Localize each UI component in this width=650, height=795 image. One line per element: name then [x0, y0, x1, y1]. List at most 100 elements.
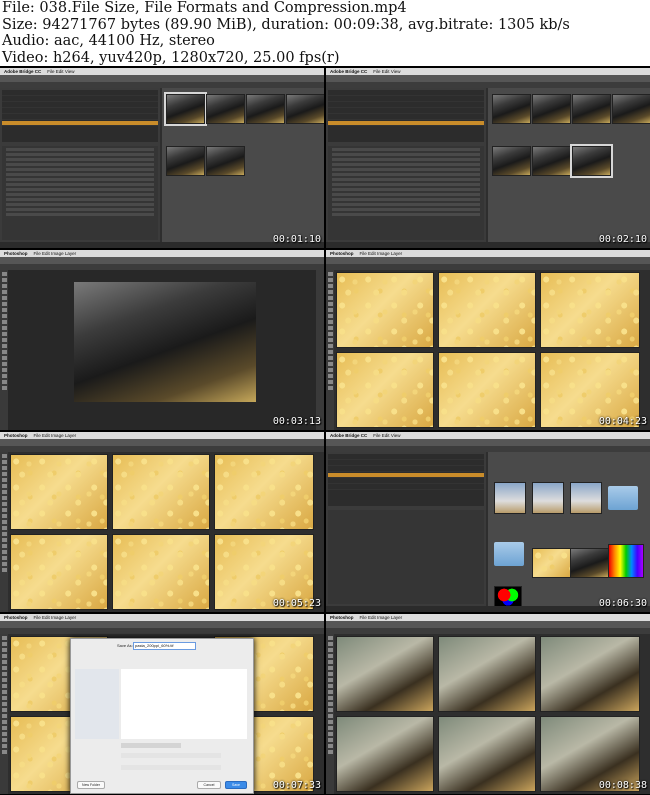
shop-document[interactable] [336, 716, 434, 792]
pasta-document[interactable] [336, 272, 434, 348]
image-thumbnail[interactable] [494, 586, 522, 608]
thumbnail-4[interactable]: Photoshop File Edit Image Layer 00:04:23 [326, 250, 650, 430]
image-thumbnail[interactable] [494, 482, 526, 514]
folder-tree [2, 90, 158, 142]
save-as-dialog[interactable]: Save As: pasta_200ppi_60%.tif New Folder… [70, 638, 254, 794]
document-tabs [0, 446, 324, 452]
bridge-left-panel [326, 88, 486, 242]
image-thumbnail[interactable] [612, 94, 650, 124]
content-panel [162, 88, 324, 242]
tools-panel [326, 634, 334, 794]
thumbnail-1[interactable]: Adobe Bridge CC File Edit View 00:01:10 [0, 68, 324, 248]
format-row[interactable] [121, 743, 181, 748]
menu-bar: Photoshop File Edit Image Layer [0, 250, 324, 257]
timestamp: 00:04:23 [598, 416, 647, 427]
image-thumbnail[interactable] [206, 94, 245, 124]
document-tabs [0, 628, 324, 634]
options-bar [326, 621, 650, 628]
image-thumbnail[interactable] [206, 146, 245, 176]
thumbnail-grid: Adobe Bridge CC File Edit View 00:01:10 A… [0, 66, 650, 795]
file-size-line: Size: 94271767 bytes (89.90 MiB), durati… [2, 16, 570, 33]
content-panel [488, 88, 650, 242]
metadata-panel [328, 510, 484, 604]
image-thumbnail[interactable] [532, 94, 571, 124]
image-thumbnail[interactable] [608, 544, 644, 578]
timestamp: 00:08:38 [598, 780, 647, 791]
menu-bar: Adobe Bridge CC File Edit View [326, 68, 650, 75]
tools-panel [326, 270, 334, 430]
save-button[interactable]: Save [225, 781, 247, 789]
image-thumbnail[interactable] [570, 482, 602, 514]
metadata-panel [328, 146, 484, 240]
toolbar [326, 75, 650, 82]
content-panel [488, 452, 650, 608]
image-thumbnail[interactable] [572, 94, 611, 124]
shop-document[interactable] [438, 716, 536, 792]
shop-document[interactable] [540, 636, 640, 712]
pasta-shop-image [74, 282, 256, 402]
image-thumbnail[interactable] [532, 482, 564, 514]
filename-field[interactable]: pasta_200ppi_60%.tif [133, 642, 196, 650]
side-panel [316, 270, 324, 430]
image-thumbnail[interactable] [166, 146, 205, 176]
toolbar [0, 75, 324, 82]
image-thumbnail[interactable] [246, 94, 285, 124]
metadata-panel [2, 146, 158, 240]
image-thumbnail[interactable] [492, 94, 531, 124]
thumbnail-3[interactable]: Photoshop File Edit Image Layer 00:03:13 [0, 250, 324, 430]
folder-tree [328, 90, 484, 142]
folder-icon[interactable] [608, 486, 638, 510]
folder-tree [328, 454, 484, 506]
pasta-document[interactable] [540, 272, 640, 348]
pasta-document[interactable] [438, 272, 536, 348]
cancel-button[interactable]: Cancel [197, 781, 221, 789]
image-thumbnail[interactable] [532, 146, 571, 176]
pasta-document[interactable] [214, 454, 314, 530]
pasta-document[interactable] [112, 534, 210, 610]
thumbnail-8[interactable]: Photoshop File Edit Image Layer 00:08:38 [326, 614, 650, 794]
folder-icon[interactable] [494, 542, 524, 566]
image-thumbnail[interactable] [286, 94, 324, 124]
file-list[interactable] [121, 669, 247, 739]
tools-panel [0, 452, 8, 612]
timestamp: 00:01:10 [272, 234, 321, 245]
options-bar [0, 621, 324, 628]
options-bar [0, 439, 324, 446]
menu-bar: Adobe Bridge CC File Edit View [326, 432, 650, 439]
image-thumbnail[interactable] [492, 146, 531, 176]
document-tabs [326, 264, 650, 270]
thumbnail-5[interactable]: Photoshop File Edit Image Layer 00:05:23 [0, 432, 324, 612]
image-thumbnail[interactable] [164, 92, 207, 126]
pasta-document[interactable] [438, 352, 536, 428]
document-tabs [326, 628, 650, 634]
shop-document[interactable] [438, 636, 536, 712]
thumbnail-6[interactable]: Adobe Bridge CC File Edit View 00:06:30 [326, 432, 650, 612]
sidebar-favorites [75, 669, 119, 739]
image-thumbnail[interactable] [570, 548, 609, 578]
canvas-area [8, 270, 316, 430]
timestamp: 00:02:10 [598, 234, 647, 245]
video-info-line: Video: h264, yuv420p, 1280x720, 25.00 fp… [2, 49, 340, 66]
thumbnail-7[interactable]: Photoshop File Edit Image Layer Save As: … [0, 614, 324, 794]
pasta-document[interactable] [336, 352, 434, 428]
menu-bar: Photoshop File Edit Image Layer [0, 432, 324, 439]
image-thumbnail[interactable] [570, 144, 613, 178]
menu-bar: Photoshop File Edit Image Layer [326, 250, 650, 257]
new-folder-button[interactable]: New Folder [77, 781, 105, 789]
pasta-document[interactable] [10, 534, 108, 610]
timestamp: 00:05:23 [272, 598, 321, 609]
menu-bar: Photoshop File Edit Image Layer [0, 614, 324, 621]
file-info-header: File: 038.File Size, File Formats and Co… [0, 0, 650, 66]
file-name-line: File: 038.File Size, File Formats and Co… [2, 0, 407, 16]
menu-bar: Adobe Bridge CC File Edit View [0, 68, 324, 75]
thumbnail-2[interactable]: Adobe Bridge CC File Edit View 00:02:10 [326, 68, 650, 248]
bridge-left-panel [0, 88, 160, 242]
toolbar [326, 439, 650, 446]
menu-bar: Photoshop File Edit Image Layer [326, 614, 650, 621]
timestamp: 00:06:30 [598, 598, 647, 609]
pasta-document[interactable] [112, 454, 210, 530]
options-bar [326, 257, 650, 264]
image-thumbnail[interactable] [532, 548, 571, 578]
shop-document[interactable] [336, 636, 434, 712]
pasta-document[interactable] [10, 454, 108, 530]
